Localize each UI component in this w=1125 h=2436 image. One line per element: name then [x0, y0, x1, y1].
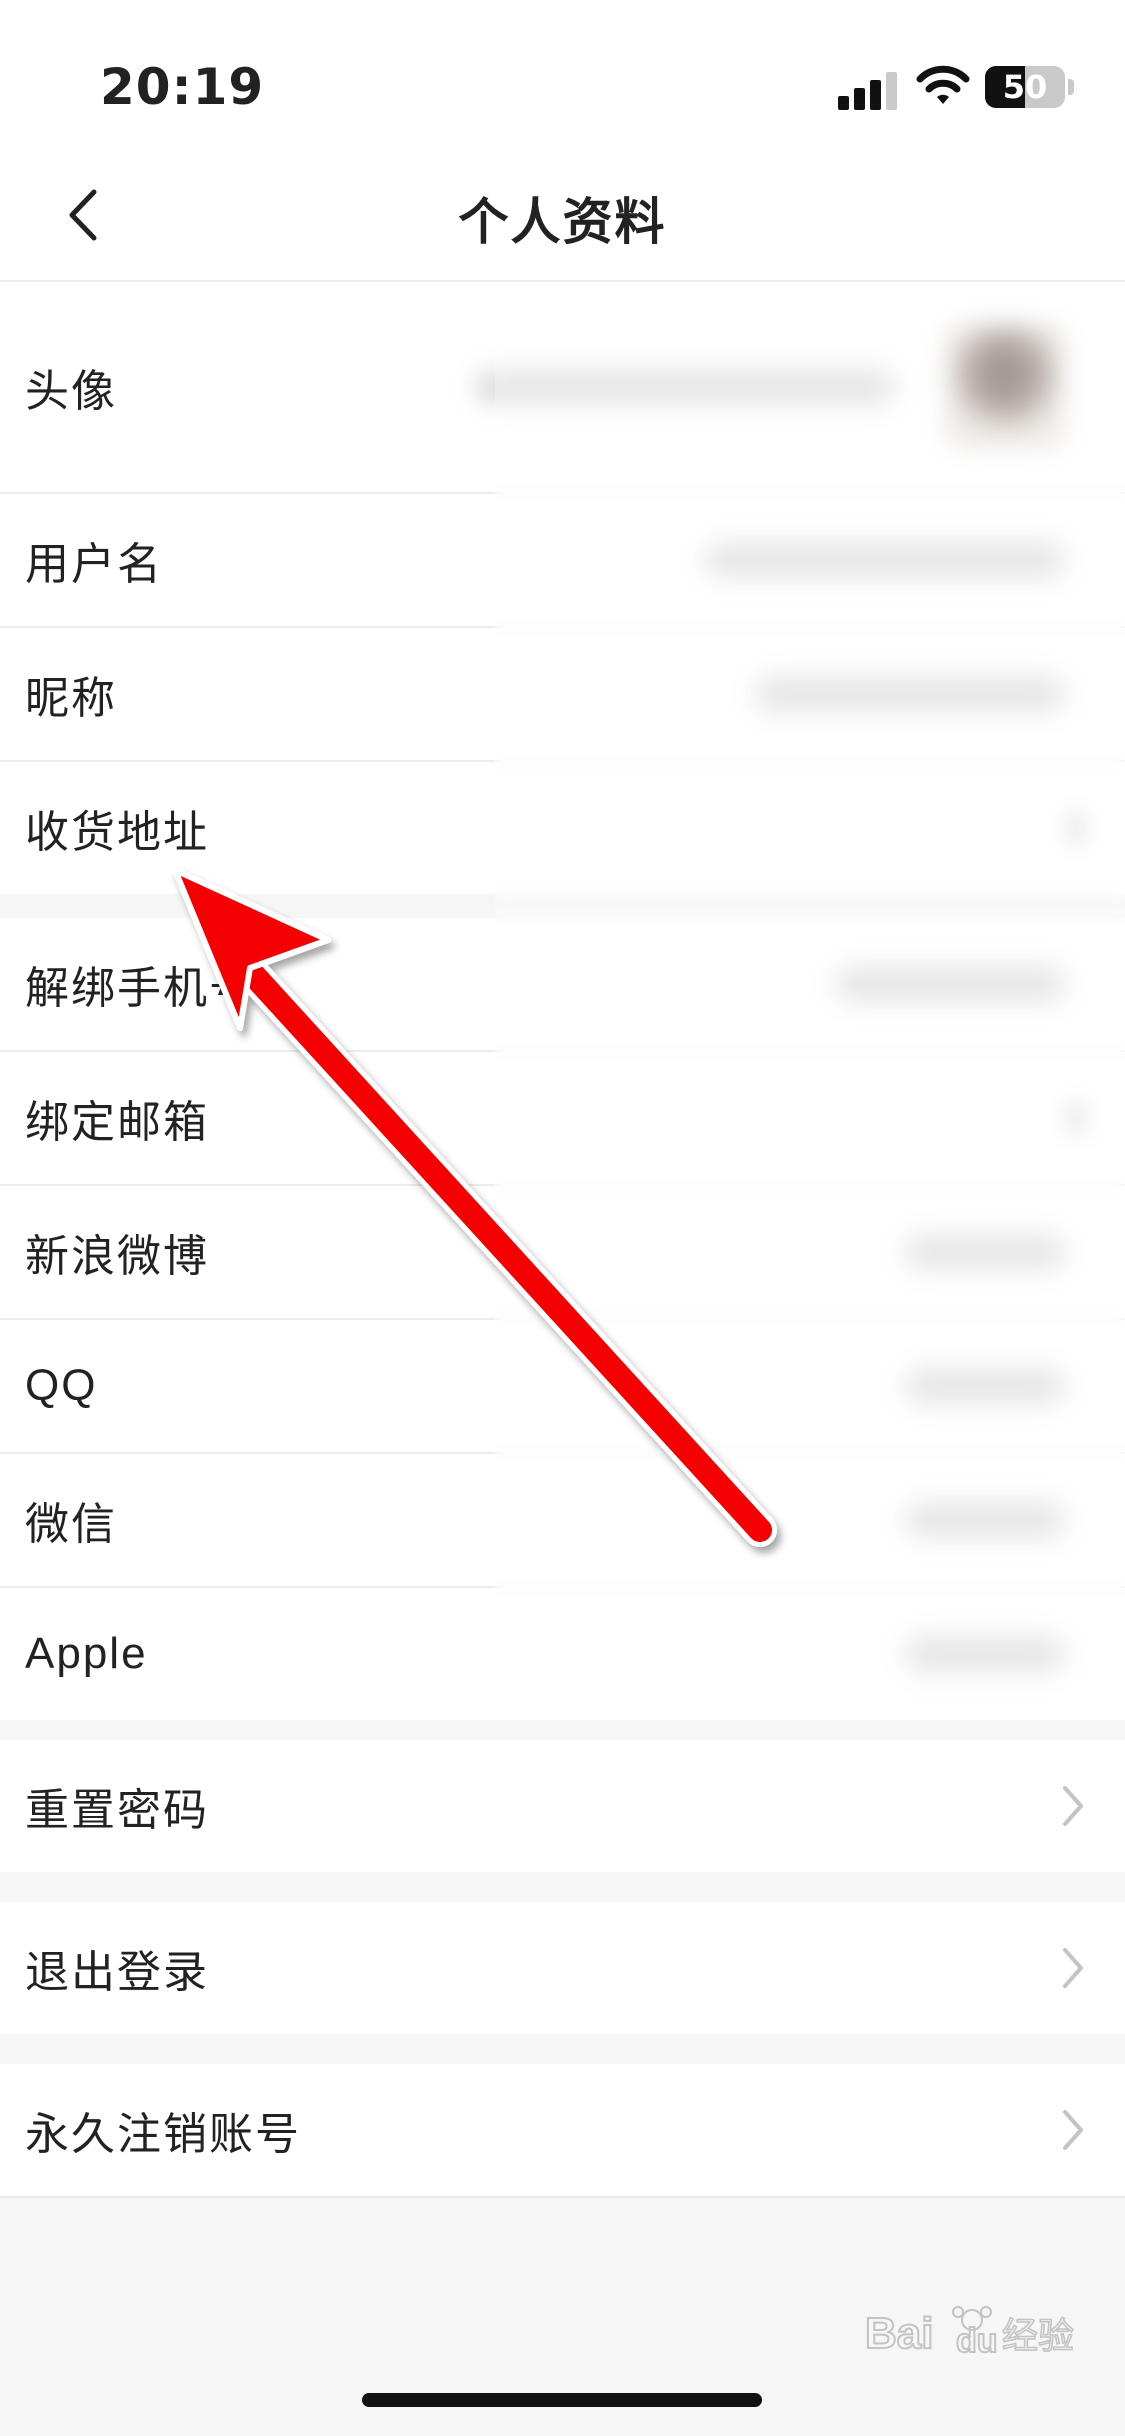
signal-icon — [838, 70, 900, 110]
username-label: 用户名 — [25, 540, 163, 589]
chevron-right-icon — [1063, 2110, 1083, 2150]
logout-label: 退出登录 — [25, 1948, 209, 1997]
status-time: 20:19 — [100, 58, 265, 116]
delete-account-group: 永久注销账号 — [0, 2064, 1125, 2198]
weibo-label: 新浪微博 — [25, 1232, 209, 1281]
logout-group: 退出登录 — [0, 1902, 1125, 2034]
qq-label: QQ — [25, 1361, 98, 1410]
shipping-address-label: 收货地址 — [25, 808, 209, 857]
delete-account-row[interactable]: 永久注销账号 — [0, 2064, 1125, 2196]
battery-level: 50 — [1002, 68, 1048, 106]
chevron-right-icon — [1063, 1948, 1083, 1988]
home-indicator — [362, 2393, 762, 2407]
chevron-right-icon — [1063, 1786, 1083, 1826]
avatar-label: 头像 — [25, 367, 117, 416]
svg-text:du: du — [956, 2322, 998, 2360]
baidu-watermark-logo: Bai du 经验 — [864, 2306, 1075, 2361]
delete-account-label: 永久注销账号 — [25, 2110, 301, 2159]
page-title: 个人资料 — [458, 194, 667, 250]
svg-text:经验: 经验 — [1002, 2316, 1074, 2357]
bind-email-label: 绑定邮箱 — [25, 1098, 209, 1147]
battery-cap — [1068, 79, 1074, 95]
battery-icon: 50 — [985, 66, 1065, 108]
status-bar: 20:19 50 — [0, 0, 1125, 150]
unbind-phone-label: 解绑手机号 — [25, 964, 255, 1013]
reset-password-label: 重置密码 — [25, 1786, 209, 1835]
logout-row[interactable]: 退出登录 — [0, 1902, 1125, 2034]
svg-text:Bai: Bai — [865, 2309, 933, 2358]
nav-bar: 个人资料 — [0, 150, 1125, 282]
wifi-icon — [916, 65, 970, 104]
nickname-label: 昵称 — [25, 674, 117, 723]
privacy-blur-overlay — [495, 282, 1125, 1712]
apple-label: Apple — [25, 1629, 148, 1678]
wechat-label: 微信 — [25, 1500, 117, 1549]
reset-password-group: 重置密码 — [0, 1740, 1125, 1872]
reset-password-row[interactable]: 重置密码 — [0, 1740, 1125, 1872]
